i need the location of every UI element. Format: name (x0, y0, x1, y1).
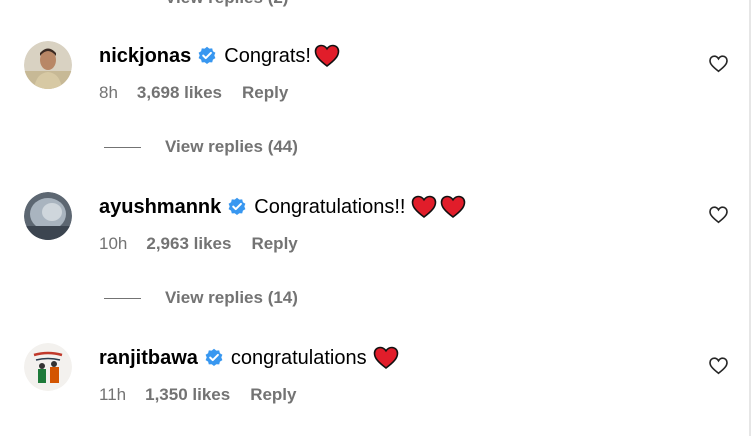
heart-outline-icon[interactable] (709, 357, 728, 375)
reply-button[interactable]: Reply (251, 234, 297, 254)
like-count[interactable]: 3,698 likes (137, 83, 222, 103)
verified-badge-icon (204, 348, 224, 368)
view-replies-partial[interactable]: View replies (2) (165, 0, 288, 8)
comment-text: Congrats! (224, 44, 311, 67)
view-replies-label: View replies (44) (165, 137, 298, 156)
heart-outline-icon[interactable] (709, 55, 728, 73)
red-heart-emoji-icon (373, 346, 399, 370)
reply-button[interactable]: Reply (250, 385, 296, 405)
comment-text: Congratulations!! (254, 195, 406, 218)
red-heart-emoji-icon (411, 195, 437, 219)
comment-line: ayushmannk Congratulations!! (99, 194, 466, 220)
comment-meta: 10h 2,963 likes Reply (99, 234, 298, 254)
comment-line: ranjitbawa congratulations (99, 345, 399, 371)
comment-meta: 8h 3,698 likes Reply (99, 83, 288, 103)
verified-badge-icon (197, 46, 217, 66)
like-count[interactable]: 1,350 likes (145, 385, 230, 405)
avatar[interactable] (24, 41, 72, 89)
avatar[interactable] (24, 343, 72, 391)
username[interactable]: ranjitbawa (99, 347, 198, 370)
red-heart-emoji-icon (440, 195, 466, 219)
comment-time: 8h (99, 83, 118, 102)
replies-divider (104, 297, 141, 299)
view-replies-button[interactable]: View replies (44) (104, 137, 298, 157)
avatar[interactable] (24, 192, 72, 240)
username[interactable]: ayushmannk (99, 196, 221, 219)
comment-line: nickjonas Congrats! (99, 43, 340, 69)
comment-item: nickjonas Congrats! 8h 3,698 likes Reply (0, 41, 751, 131)
comment-text: congratulations (230, 346, 367, 369)
view-replies-label: View replies (14) (165, 288, 298, 307)
comment-time: 10h (99, 234, 128, 253)
replies-divider (104, 146, 141, 148)
username[interactable]: nickjonas (99, 45, 191, 68)
verified-badge-icon (227, 197, 247, 217)
comment-item: ranjitbawa congratulations 11h 1,350 lik… (0, 343, 751, 433)
heart-outline-icon[interactable] (709, 206, 728, 224)
comment-meta: 11h 1,350 likes Reply (99, 385, 296, 405)
comment-item: ayushmannk Congratulations!! 10h 2,963 l… (0, 192, 751, 282)
comment-time: 11h (99, 385, 127, 404)
red-heart-emoji-icon (314, 44, 340, 68)
reply-button[interactable]: Reply (242, 83, 288, 103)
like-count[interactable]: 2,963 likes (146, 234, 231, 254)
view-replies-button[interactable]: View replies (14) (104, 288, 298, 308)
